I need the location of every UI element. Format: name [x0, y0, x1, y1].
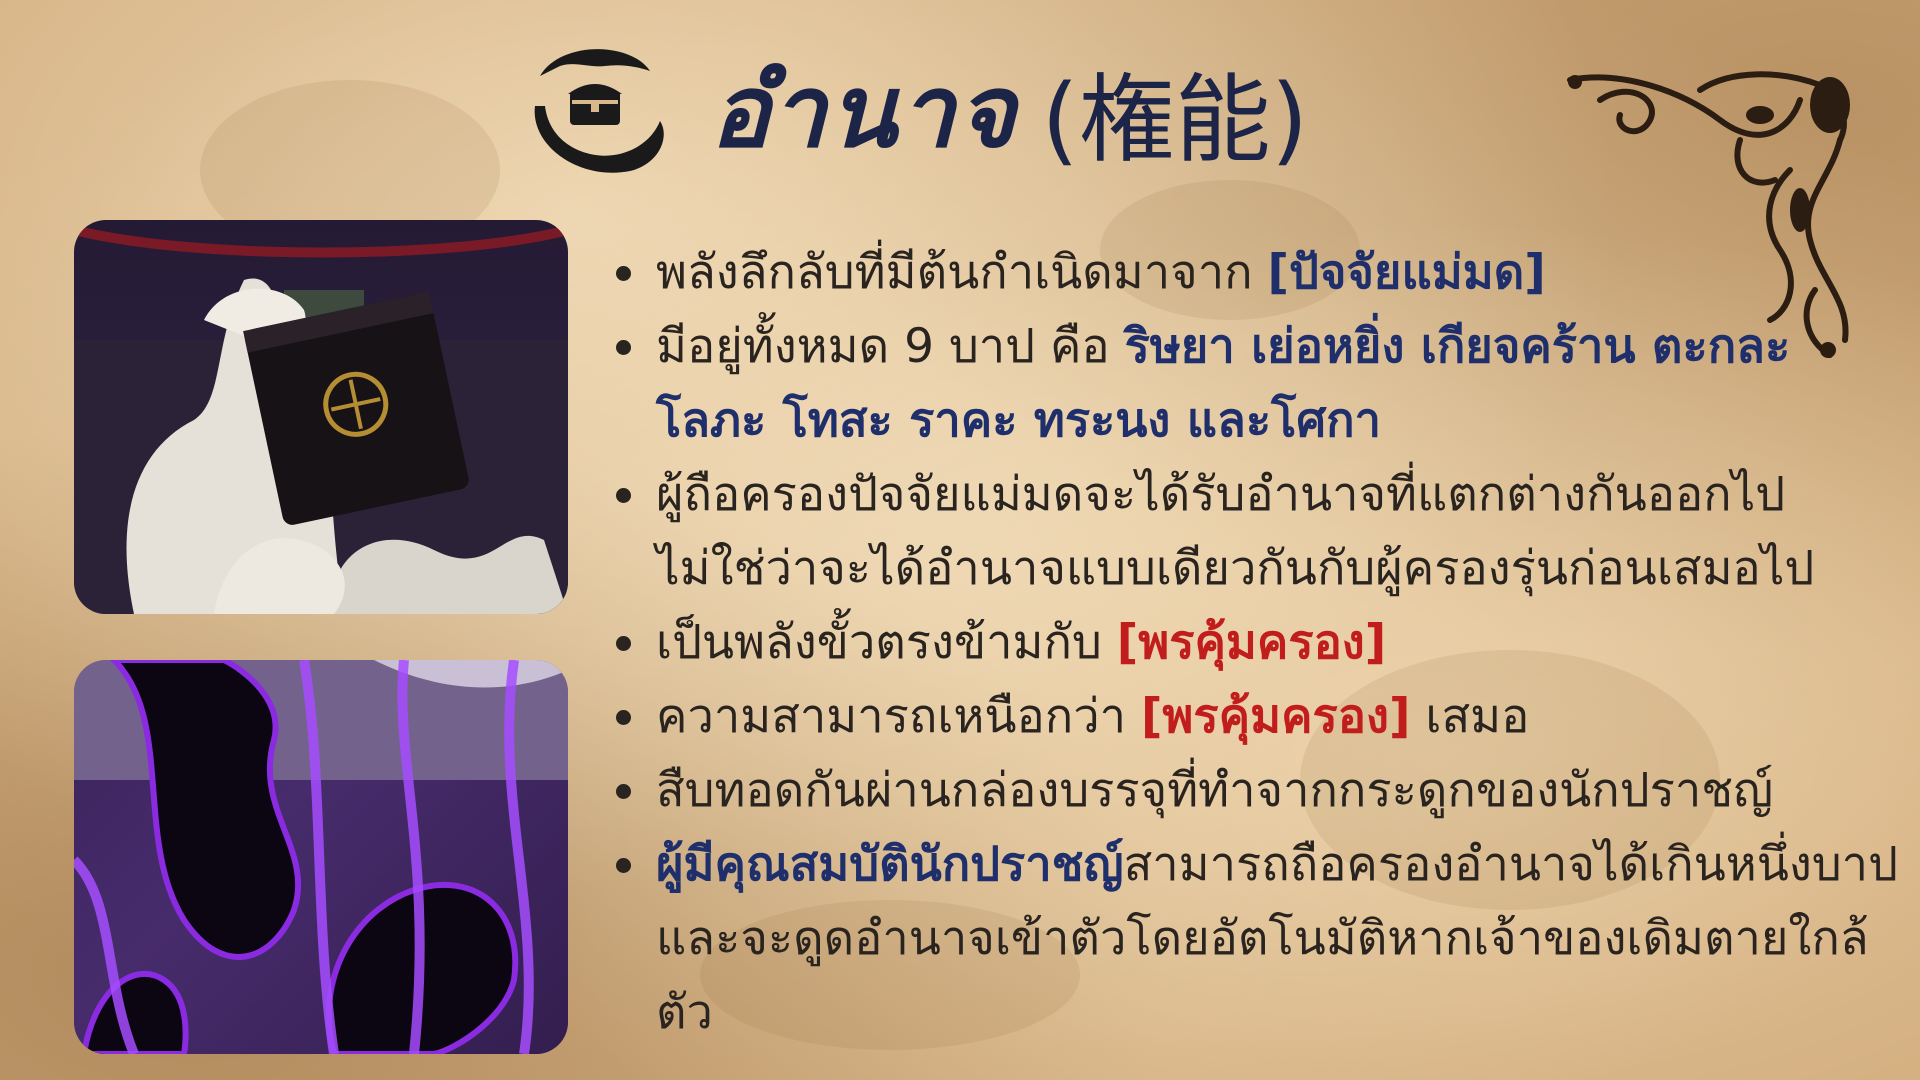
page-title-kanji: (権能) — [1041, 63, 1309, 176]
highlight-sage-qualification: ผู้มีคุณสมบัตินักปราชญ์ — [656, 837, 1124, 892]
bullet-text: พลังลึกลับที่มีต้นกำเนิดมาจาก — [656, 245, 1253, 300]
bullet-text: สืบทอดกันผ่านกล่องบรรจุที่ทำจากกระดูกของ… — [656, 763, 1774, 818]
highlight-divine-protection: [พรคุ้มครอง] — [1116, 615, 1387, 670]
purple-shadow-figure-image — [74, 660, 568, 1054]
title-row: อำนาจ (権能) — [520, 36, 1308, 186]
bullet-item-7: ผู้มีคุณสมบัตินักปราชญ์สามารถถือครองอำนา… — [608, 828, 1908, 1050]
hand-holding-black-box-image — [74, 220, 568, 614]
bullet-text: มีอยู่ทั้งหมด 9 บาป คือ — [656, 319, 1110, 374]
bullet-item-1: พลังลึกลับที่มีต้นกำเนิดมาจาก [ปัจจัยแม่… — [608, 236, 1908, 310]
bullet-text: ผู้ถือครองปัจจัยแม่มดจะได้รับอำนาจที่แตก… — [656, 467, 1815, 596]
bullet-item-6: สืบทอดกันผ่านกล่องบรรจุที่ทำจากกระดูกของ… — [608, 754, 1908, 828]
bullet-item-4: เป็นพลังขั้วตรงข้ามกับ [พรคุ้มครอง] — [608, 606, 1908, 680]
bullet-item-2: มีอยู่ทั้งหมด 9 บาป คือ ริษยา เย่อหยิ่ง … — [608, 310, 1908, 458]
hands-holding-chest-icon — [534, 49, 664, 173]
highlight-divine-protection: [พรคุ้มครอง] — [1140, 689, 1411, 744]
bullet-text-suffix: เสมอ — [1425, 689, 1530, 744]
highlight-witch-factor: [ปัจจัยแม่มด] — [1267, 245, 1546, 300]
bullet-text: ความสามารถเหนือกว่า — [656, 689, 1126, 744]
page-title: อำนาจ — [710, 51, 1018, 170]
bullet-item-5: ความสามารถเหนือกว่า [พรคุ้มครอง] เสมอ — [608, 680, 1908, 754]
bullet-list: พลังลึกลับที่มีต้นกำเนิดมาจาก [ปัจจัยแม่… — [608, 236, 1908, 1050]
bullet-item-3: ผู้ถือครองปัจจัยแม่มดจะได้รับอำนาจที่แตก… — [608, 458, 1908, 606]
bullet-text: เป็นพลังขั้วตรงข้ามกับ — [656, 615, 1102, 670]
